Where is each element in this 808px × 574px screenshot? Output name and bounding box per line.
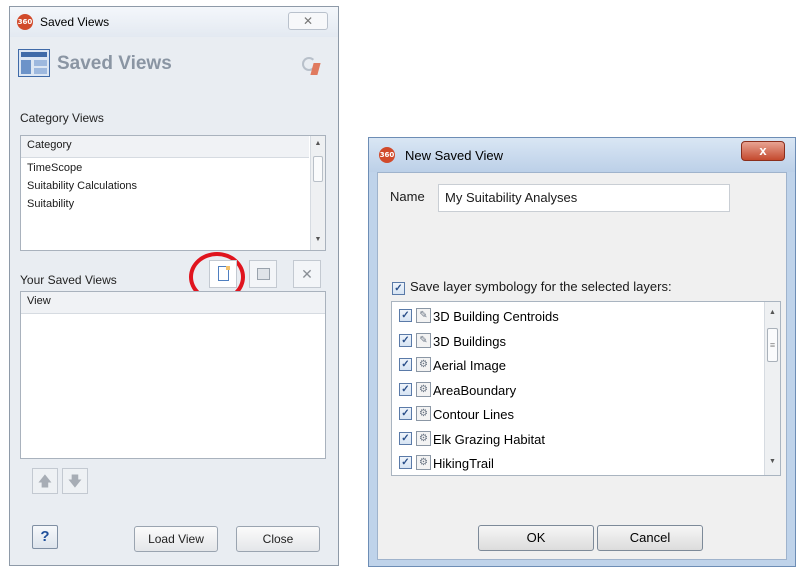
- category-scrollbar[interactable]: ▲ ▼: [310, 136, 325, 250]
- saved-views-list[interactable]: View: [20, 291, 326, 459]
- edit-layer-icon: ✎: [416, 332, 431, 348]
- help-button[interactable]: ?: [32, 525, 58, 549]
- list-item[interactable]: ✓ ⚙ AreaBoundary: [392, 379, 764, 404]
- layers-list[interactable]: ✓ ✎ 3D Building Centroids ✓ ✎ 3D Buildin…: [391, 301, 781, 476]
- dialog-titlebar: 360 New Saved View x: [369, 138, 795, 172]
- scroll-down-icon[interactable]: ▼: [311, 232, 325, 248]
- layer-checkbox[interactable]: ✓: [399, 407, 412, 420]
- layer-label: 3D Buildings: [433, 333, 506, 349]
- list-item[interactable]: ✓ ✎ 3D Buildings: [392, 330, 764, 355]
- window-titlebar: 360 Saved Views ✕: [10, 7, 338, 37]
- list-item[interactable]: ✓ ⚙ Contour Lines: [392, 403, 764, 428]
- gear-layer-icon: ⚙: [416, 381, 431, 397]
- arrow-down-icon: 🡇: [67, 473, 83, 489]
- your-saved-views-label: Your Saved Views: [20, 273, 117, 287]
- view-column-header[interactable]: View: [21, 292, 325, 314]
- gear-layer-icon: ⚙: [416, 455, 431, 470]
- ok-button[interactable]: OK: [478, 525, 594, 551]
- list-item-partial[interactable]: [21, 214, 309, 224]
- layer-label: Contour Lines: [433, 407, 514, 422]
- saved-views-icon: [18, 49, 50, 77]
- dialog-close-button[interactable]: x: [741, 141, 785, 161]
- layer-checkbox[interactable]: ✓: [399, 358, 412, 371]
- name-label: Name: [390, 189, 425, 204]
- saved-views-window: 360 Saved Views ✕ Saved Views Category V…: [9, 6, 339, 566]
- new-saved-view-dialog: 360 New Saved View x Name My Suitability…: [368, 137, 796, 567]
- gear-layer-icon: ⚙: [416, 357, 431, 372]
- close-button[interactable]: Close: [236, 526, 320, 552]
- scroll-down-icon[interactable]: ▼: [765, 454, 780, 470]
- window-title: Saved Views: [40, 15, 110, 29]
- edit-view-button[interactable]: [249, 260, 277, 288]
- layer-label: Aerial Image: [433, 358, 506, 373]
- scroll-up-icon[interactable]: ▲: [765, 305, 780, 321]
- list-item[interactable]: ✓ ✎ 3D Building Centroids: [392, 305, 764, 330]
- layer-checkbox[interactable]: ✓: [399, 456, 412, 469]
- list-item[interactable]: ✓ ⚙ Elk Grazing Habitat: [392, 428, 764, 453]
- panel-header: Saved Views: [10, 37, 338, 89]
- list-item[interactable]: ✓ ⚙ Aerial Image: [392, 354, 764, 379]
- layer-label: AreaBoundary: [433, 382, 517, 398]
- decorative-swirl-icon: [302, 55, 322, 77]
- arrow-up-icon: 🡅: [37, 473, 53, 489]
- scroll-up-icon[interactable]: ▲: [311, 136, 325, 152]
- layer-checkbox[interactable]: ✓: [399, 333, 412, 347]
- new-document-icon: [218, 266, 230, 281]
- scroll-thumb[interactable]: [313, 156, 323, 182]
- name-input[interactable]: My Suitability Analyses: [438, 184, 730, 212]
- list-item[interactable]: TimeScope: [21, 160, 309, 178]
- app-logo-icon: 360: [379, 147, 395, 163]
- app-logo-icon: 360: [17, 14, 33, 30]
- layer-checkbox[interactable]: ✓: [399, 431, 412, 445]
- category-views-label: Category Views: [20, 111, 104, 125]
- move-down-button[interactable]: 🡇: [62, 468, 88, 494]
- layer-checkbox[interactable]: ✓: [399, 382, 412, 396]
- panel-title: Saved Views: [57, 53, 172, 74]
- list-item[interactable]: Suitability: [21, 196, 309, 214]
- list-item[interactable]: Suitability Calculations: [21, 178, 309, 196]
- new-view-button[interactable]: [209, 260, 237, 288]
- cancel-button[interactable]: Cancel: [597, 525, 703, 551]
- move-up-button[interactable]: 🡅: [32, 468, 58, 494]
- edit-layer-icon: ✎: [416, 308, 431, 323]
- delete-view-button[interactable]: ✕: [293, 260, 321, 288]
- close-window-button[interactable]: ✕: [288, 12, 328, 30]
- category-list[interactable]: Category TimeScope Suitability Calculati…: [20, 135, 326, 251]
- gear-layer-icon: ⚙: [416, 406, 431, 421]
- layer-label: 3D Building Centroids: [433, 309, 559, 324]
- edit-view-icon: [257, 268, 270, 280]
- dialog-body: Name My Suitability Analyses ✓ Save laye…: [377, 172, 787, 560]
- layers-scrollbar[interactable]: ▲ ≡ ▼: [764, 302, 780, 475]
- save-symbology-checkbox[interactable]: ✓: [392, 282, 405, 295]
- category-items: TimeScope Suitability Calculations Suita…: [21, 160, 309, 224]
- load-view-button[interactable]: Load View: [134, 526, 218, 552]
- category-column-header[interactable]: Category: [21, 136, 309, 158]
- dialog-title: New Saved View: [405, 148, 504, 163]
- list-item[interactable]: ✓ ⚙ HikingTrail: [392, 452, 764, 475]
- layer-checkbox[interactable]: ✓: [399, 309, 412, 322]
- layer-label: HikingTrail: [433, 456, 494, 471]
- layer-label: Elk Grazing Habitat: [433, 431, 545, 447]
- gear-layer-icon: ⚙: [416, 430, 431, 446]
- save-symbology-label: Save layer symbology for the selected la…: [410, 279, 672, 294]
- scroll-thumb[interactable]: ≡: [767, 328, 778, 362]
